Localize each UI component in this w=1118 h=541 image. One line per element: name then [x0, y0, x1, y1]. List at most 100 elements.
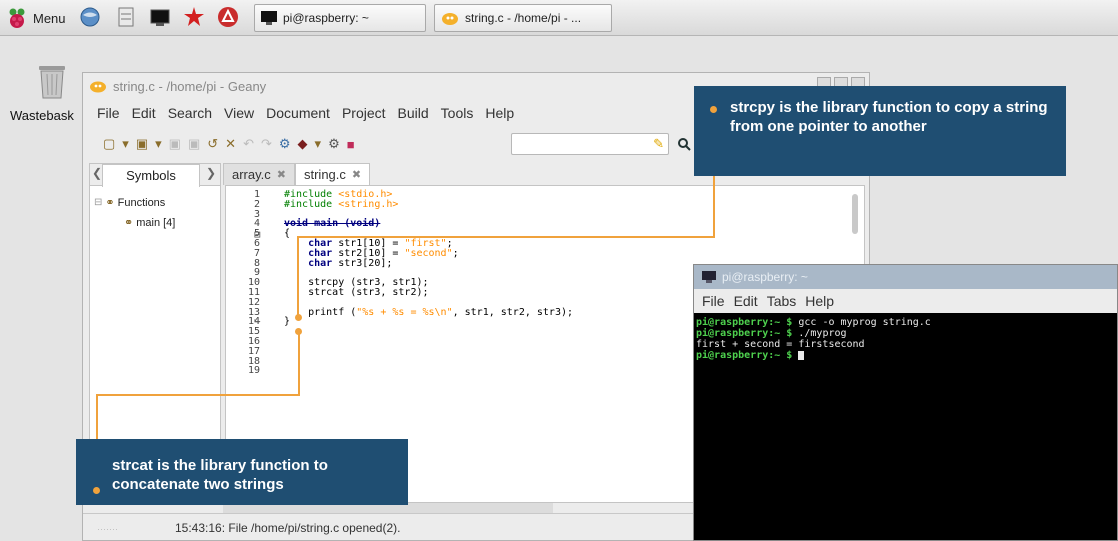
code-line: char str3[20];: [284, 258, 573, 269]
tab-symbols[interactable]: Symbols: [102, 164, 200, 187]
new-file-icon[interactable]: ▢: [103, 136, 115, 152]
menu-tools[interactable]: Tools: [441, 105, 474, 121]
line-number: 5: [253, 228, 260, 240]
menu-help[interactable]: Help: [485, 105, 514, 121]
chevron-down-icon[interactable]: ▾: [315, 136, 322, 152]
chevron-left-icon[interactable]: ❮: [92, 166, 102, 180]
menu-edit[interactable]: Edit: [734, 293, 758, 309]
menu-search[interactable]: Search: [168, 105, 212, 121]
search-icon[interactable]: [675, 133, 693, 155]
callout-dot: [93, 487, 100, 494]
code-token: strcat (str3, str2);: [308, 286, 429, 298]
strcat-callout: strcat is the library function to concat…: [76, 439, 408, 505]
callout-connector: [298, 332, 300, 396]
menu-file[interactable]: File: [702, 293, 725, 309]
callout-connector: [96, 394, 300, 396]
line-number: 2: [253, 198, 260, 210]
code-line: #include <string.h>: [284, 198, 573, 210]
menu-document[interactable]: Document: [266, 105, 330, 121]
code-token: "%s + %s = %s\n": [356, 306, 453, 318]
code-line: strcat (str3, str2);: [284, 286, 573, 298]
execute-icon[interactable]: ⚙: [328, 136, 340, 152]
revert-icon[interactable]: ↺: [207, 136, 218, 152]
code-line: void main (void): [284, 219, 573, 229]
clear-icon[interactable]: ✎: [653, 136, 664, 152]
fold-marker-icon[interactable]: ⊟: [254, 228, 261, 241]
chevron-down-icon[interactable]: ▾: [155, 136, 162, 152]
line-number: 6: [253, 237, 260, 249]
build-icon[interactable]: ◆: [298, 136, 308, 152]
terminal-title-bar[interactable]: pi@raspberry: ~: [694, 265, 1117, 289]
chevron-down-icon[interactable]: ▾: [122, 136, 129, 152]
terminal-text: gcc -o myprog string.c: [798, 317, 931, 328]
wolfram-icon[interactable]: [216, 5, 240, 29]
symbol-main[interactable]: ⚭ main [4]: [124, 216, 175, 230]
code-token: ;: [452, 247, 459, 259]
menu-file[interactable]: File: [97, 105, 120, 121]
terminal-icon[interactable]: [148, 5, 172, 29]
terminal-output[interactable]: pi@raspberry:~ $ gcc -o myprog string.c …: [696, 317, 931, 361]
terminal-prompt: pi@raspberry:~ $: [696, 328, 799, 339]
vertical-scrollbar[interactable]: [852, 194, 858, 234]
wastebasket-icon[interactable]: [36, 62, 68, 100]
save-icon[interactable]: ▣: [169, 136, 181, 152]
file-manager-icon[interactable]: [114, 5, 138, 29]
tab-label: array.c: [232, 167, 271, 182]
collapse-icon[interactable]: ⊟: [94, 197, 102, 208]
menu-view[interactable]: View: [224, 105, 254, 121]
status-ghost-text: ·······: [97, 524, 118, 534]
code-token: printf (: [308, 306, 357, 318]
code-token: #include: [284, 198, 333, 210]
code-token: <string.h>: [338, 198, 399, 210]
callout-dot: [295, 328, 302, 335]
close-tab-icon[interactable]: ✖: [352, 168, 361, 181]
wastebasket-label: Wastebask: [10, 108, 74, 123]
tab-string-c[interactable]: string.c ✖: [294, 163, 371, 185]
terminal-prompt: pi@raspberry:~ $: [696, 317, 799, 328]
menu-tabs[interactable]: Tabs: [767, 293, 797, 309]
close-icon[interactable]: ✕: [225, 136, 236, 152]
tab-array-c[interactable]: array.c ✖: [223, 163, 295, 185]
line-number: 8: [253, 257, 260, 269]
code-line: }: [284, 317, 573, 327]
taskbar-geany-task[interactable]: string.c - /home/pi - ...: [434, 4, 612, 32]
terminal-icon: [261, 11, 277, 25]
callout-text: strcpy is the library function to copy a…: [730, 99, 1048, 135]
color-chooser-icon[interactable]: ■: [347, 137, 355, 152]
geany-icon: [442, 13, 458, 25]
taskbar-terminal-task[interactable]: pi@raspberry: ~: [254, 4, 426, 32]
window-title: string.c - /home/pi - Geany: [113, 78, 267, 94]
callout-connector: [297, 236, 299, 318]
menu-project[interactable]: Project: [342, 105, 386, 121]
redo-icon[interactable]: ↷: [261, 136, 272, 152]
code-token: }: [284, 316, 291, 328]
terminal-cursor: [798, 350, 805, 360]
callout-connector: [297, 236, 715, 238]
callout-dot: [710, 106, 717, 113]
geany-icon: [90, 81, 106, 93]
web-browser-icon[interactable]: [78, 5, 102, 29]
functions-node[interactable]: ⊟ ⚭ Functions: [94, 196, 165, 210]
mathematica-icon[interactable]: [182, 5, 206, 29]
save-all-icon[interactable]: ▣: [188, 136, 200, 152]
fold-end-icon: ⌙: [254, 314, 261, 327]
undo-icon[interactable]: ↶: [243, 136, 254, 152]
tab-label: string.c: [303, 167, 346, 182]
search-input[interactable]: ✎: [511, 133, 669, 155]
menu-button[interactable]: Menu: [6, 5, 66, 31]
terminal-window[interactable]: pi@raspberry: ~ File Edit Tabs Help pi@r…: [693, 264, 1118, 541]
terminal-text: first + second = firstsecond: [696, 339, 865, 350]
status-message: 15:43:16: File /home/pi/string.c opened(…: [175, 520, 401, 535]
menu-help[interactable]: Help: [805, 293, 834, 309]
callout-text: strcat is the library function to concat…: [112, 457, 328, 493]
code-text: #include <stdio.h> #include <string.h> v…: [284, 190, 573, 327]
close-tab-icon[interactable]: ✖: [277, 168, 286, 181]
compile-icon[interactable]: ⚙: [279, 136, 291, 152]
chevron-right-icon[interactable]: ❯: [206, 166, 216, 180]
menu-edit[interactable]: Edit: [132, 105, 156, 121]
open-file-icon[interactable]: ▣: [136, 136, 148, 152]
terminal-line: pi@raspberry:~ $ gcc -o myprog string.c: [696, 317, 931, 328]
terminal-line: pi@raspberry:~ $: [696, 350, 931, 361]
menu-build[interactable]: Build: [398, 105, 429, 121]
strcpy-callout: strcpy is the library function to copy a…: [694, 86, 1066, 176]
